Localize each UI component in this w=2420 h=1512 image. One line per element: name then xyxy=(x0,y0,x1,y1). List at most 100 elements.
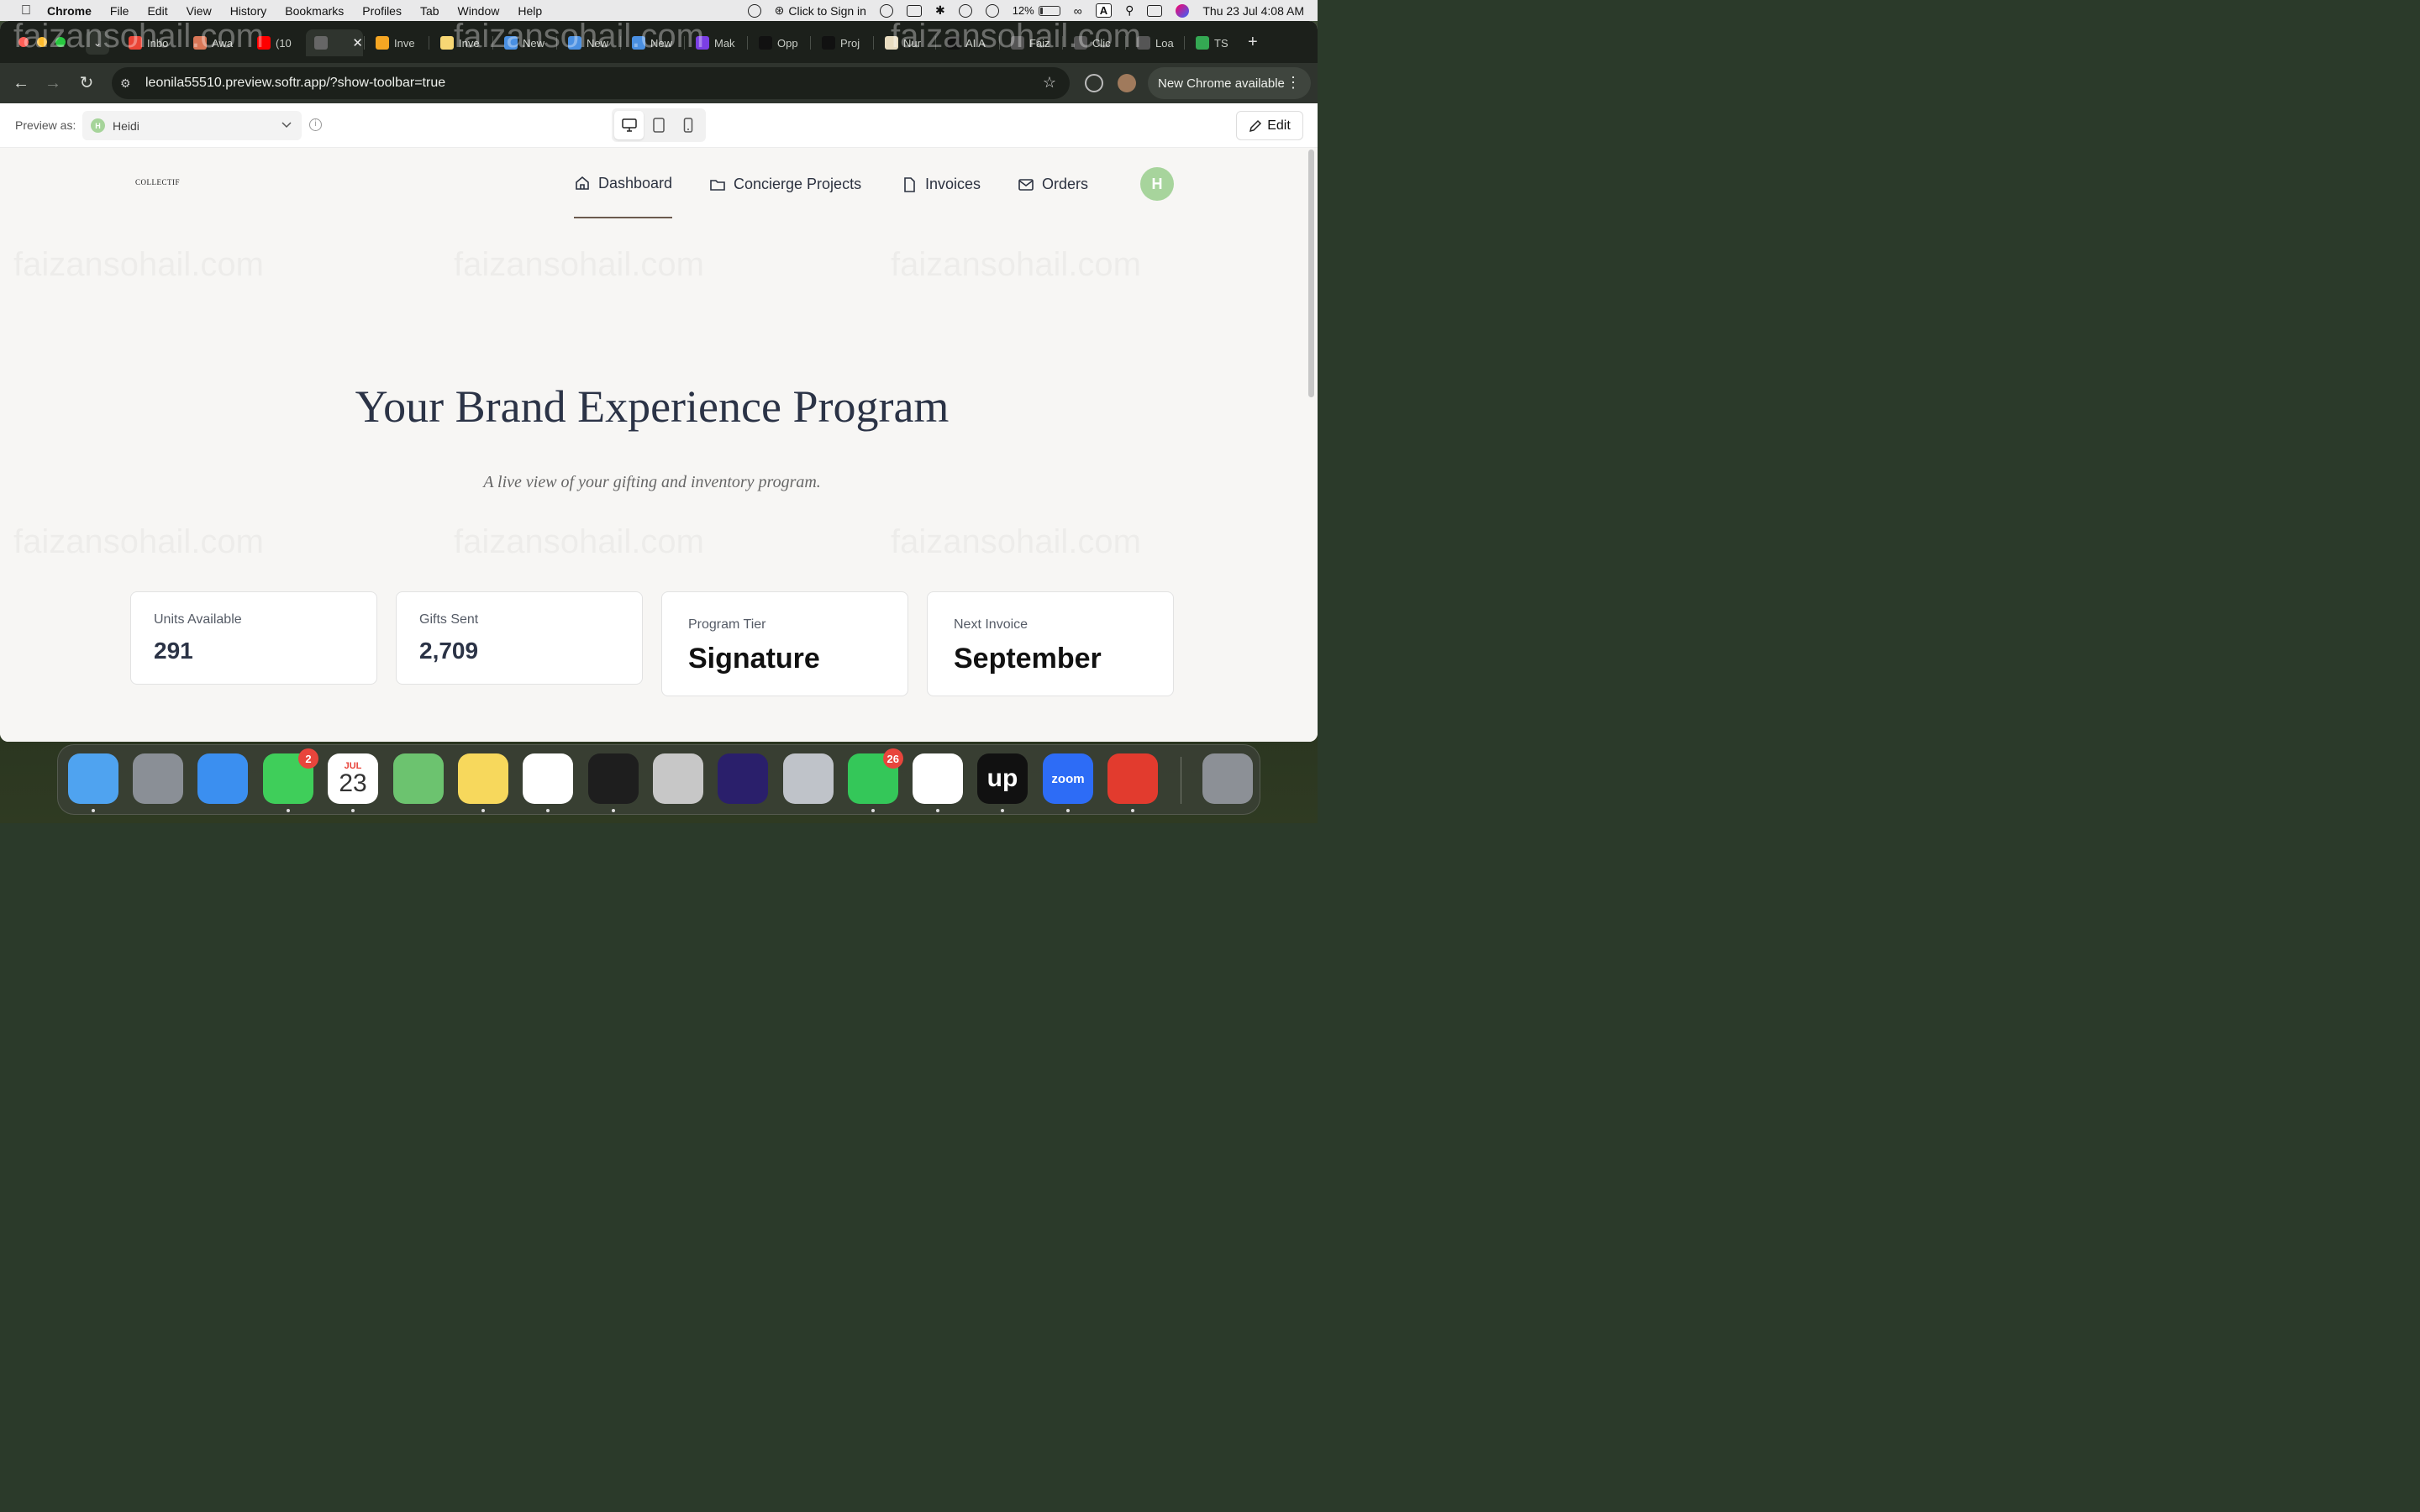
input-source-icon[interactable]: A xyxy=(1095,3,1113,18)
browser-tab[interactable]: Mak xyxy=(687,29,746,56)
stat-label: Units Available xyxy=(154,612,242,627)
tab-separator xyxy=(935,36,936,50)
nav-concierge-projects-label: Concierge Projects xyxy=(734,176,862,192)
dock-anydesk-icon[interactable] xyxy=(1107,753,1158,812)
dock-trash-icon[interactable] xyxy=(1202,753,1253,804)
menu-window[interactable]: Window xyxy=(458,4,500,18)
menu-tab[interactable]: Tab xyxy=(420,4,439,18)
close-window-button[interactable] xyxy=(18,37,29,47)
tab-search-button[interactable]: ⌄ xyxy=(86,31,109,55)
control-center-icon[interactable] xyxy=(1147,4,1163,17)
nav-invoices[interactable]: Invoices xyxy=(901,165,981,204)
back-button[interactable]: ← xyxy=(11,73,31,93)
tab-active[interactable]: ✕ xyxy=(306,29,363,56)
address-bar[interactable]: ⚙ leonila55510.preview.softr.app/?show-t… xyxy=(112,67,1070,99)
preview-toolbar: Preview as: H Heidi i Edit xyxy=(0,103,1318,148)
profile-avatar[interactable] xyxy=(1118,74,1136,92)
dock-messages-icon[interactable]: 2 xyxy=(263,748,318,812)
menu-file[interactable]: File xyxy=(110,4,129,18)
browser-tab[interactable]: Proj xyxy=(813,29,872,56)
browser-tab[interactable]: Inbo xyxy=(120,29,179,56)
preview-user-select[interactable]: H Heidi xyxy=(82,111,302,140)
page-content: faizansohail.com faizansohail.com faizan… xyxy=(0,103,1318,742)
reload-button[interactable]: ↻ xyxy=(76,73,97,93)
menu-edit[interactable]: Edit xyxy=(147,4,167,18)
info-icon[interactable]: i xyxy=(309,118,322,131)
edit-button[interactable]: Edit xyxy=(1236,111,1303,140)
browser-tab[interactable]: Loa xyxy=(1128,29,1187,56)
dock-iphone-mirroring-icon[interactable] xyxy=(783,753,834,804)
siri-icon[interactable] xyxy=(1176,3,1190,18)
dock-app-label: zoom xyxy=(1051,771,1085,786)
dock-zoom-icon[interactable]: zoom xyxy=(1043,753,1093,812)
apple-icon[interactable]:  xyxy=(17,3,35,18)
close-tab-icon[interactable]: ✕ xyxy=(352,35,363,50)
more-menu-icon[interactable]: ⋮ xyxy=(1286,74,1301,92)
menu-app-name[interactable]: Chrome xyxy=(47,4,92,18)
new-tab-button[interactable]: + xyxy=(1248,33,1258,52)
menu-history[interactable]: History xyxy=(230,4,267,18)
link-icon[interactable]: ∞ xyxy=(1074,4,1082,18)
tablet-view-button[interactable] xyxy=(644,111,673,139)
user-avatar[interactable]: H xyxy=(1140,167,1174,201)
nav-dashboard[interactable]: Dashboard xyxy=(574,165,673,218)
tab-title: AI A xyxy=(965,36,986,50)
minimize-window-button[interactable] xyxy=(37,37,47,47)
dock-whatsapp-icon[interactable]: 26 xyxy=(848,748,903,812)
browser-tab[interactable]: Opp xyxy=(750,29,809,56)
browser-tab[interactable]: Faiz xyxy=(1002,29,1061,56)
dock-calendar-icon[interactable]: JUL 23 xyxy=(328,753,378,812)
tab-separator xyxy=(556,36,557,50)
site-logo[interactable]: COLLECTIF xyxy=(135,178,180,186)
browser-tab[interactable]: New xyxy=(623,29,682,56)
dock-firefox-icon[interactable] xyxy=(718,753,768,804)
bluetooth-icon[interactable]: ✱ xyxy=(935,3,945,18)
display-icon[interactable] xyxy=(906,4,922,17)
browser-tab[interactable]: Nur xyxy=(876,29,935,56)
dock-upwork-icon[interactable]: up xyxy=(977,753,1028,812)
dock-mail-icon[interactable] xyxy=(197,753,248,804)
extension-icon[interactable] xyxy=(1085,74,1103,92)
browser-tab[interactable]: (10 xyxy=(249,29,308,56)
browser-tab[interactable]: Inve xyxy=(432,29,491,56)
zoom-window-button[interactable] xyxy=(55,37,66,47)
battery-status[interactable]: 12% xyxy=(1013,4,1060,17)
browser-tab[interactable]: New xyxy=(496,29,555,56)
mobile-view-button[interactable] xyxy=(673,111,702,139)
clock[interactable]: Thu 23 Jul 4:08 AM xyxy=(1202,4,1304,18)
desktop-view-button[interactable] xyxy=(614,111,644,139)
browser-tab[interactable]: Clic xyxy=(1065,29,1124,56)
zoom-status-icon[interactable] xyxy=(747,3,761,18)
spotlight-search-icon[interactable]: ⚲ xyxy=(1125,3,1134,18)
browser-tab[interactable]: Awa xyxy=(185,29,244,56)
nav-concierge-projects[interactable]: Concierge Projects xyxy=(709,165,861,204)
dock-launchpad-icon[interactable] xyxy=(133,753,183,804)
play-icon[interactable] xyxy=(985,3,999,18)
sign-in-status[interactable]: ⊛ Click to Sign in xyxy=(775,3,866,18)
browser-tab[interactable]: New xyxy=(560,29,618,56)
dock-chrome-icon[interactable] xyxy=(523,753,573,812)
dock-finder-icon[interactable] xyxy=(68,753,118,812)
browser-tab[interactable]: TS xyxy=(1187,29,1246,56)
bookmark-star-icon[interactable]: ☆ xyxy=(1043,74,1056,92)
menu-view[interactable]: View xyxy=(187,4,212,18)
dock-maps-icon[interactable] xyxy=(393,753,444,804)
nav-orders[interactable]: Orders xyxy=(1018,165,1088,204)
dock-slack-icon[interactable] xyxy=(913,753,963,812)
menu-bookmarks[interactable]: Bookmarks xyxy=(285,4,344,18)
dock-notes-icon[interactable] xyxy=(458,753,508,812)
chrome-update-button[interactable]: New Chrome available ⋮ xyxy=(1148,67,1311,99)
accessibility-icon[interactable] xyxy=(958,3,972,18)
upwork-status-icon[interactable] xyxy=(879,3,893,18)
dock-calculator-icon[interactable] xyxy=(653,753,703,804)
browser-tab[interactable]: AI A xyxy=(939,29,997,56)
site-info-icon[interactable]: ⚙ xyxy=(120,76,135,91)
dock-spotify-icon[interactable] xyxy=(588,753,639,812)
menu-help[interactable]: Help xyxy=(518,4,542,18)
menu-profiles[interactable]: Profiles xyxy=(362,4,402,18)
mail-icon xyxy=(1018,178,1034,191)
url-text[interactable]: leonila55510.preview.softr.app/?show-too… xyxy=(145,76,445,91)
browser-tab[interactable]: Inve xyxy=(367,29,426,56)
page-scrollbar[interactable] xyxy=(1308,150,1314,397)
forward-button[interactable]: → xyxy=(43,73,63,93)
